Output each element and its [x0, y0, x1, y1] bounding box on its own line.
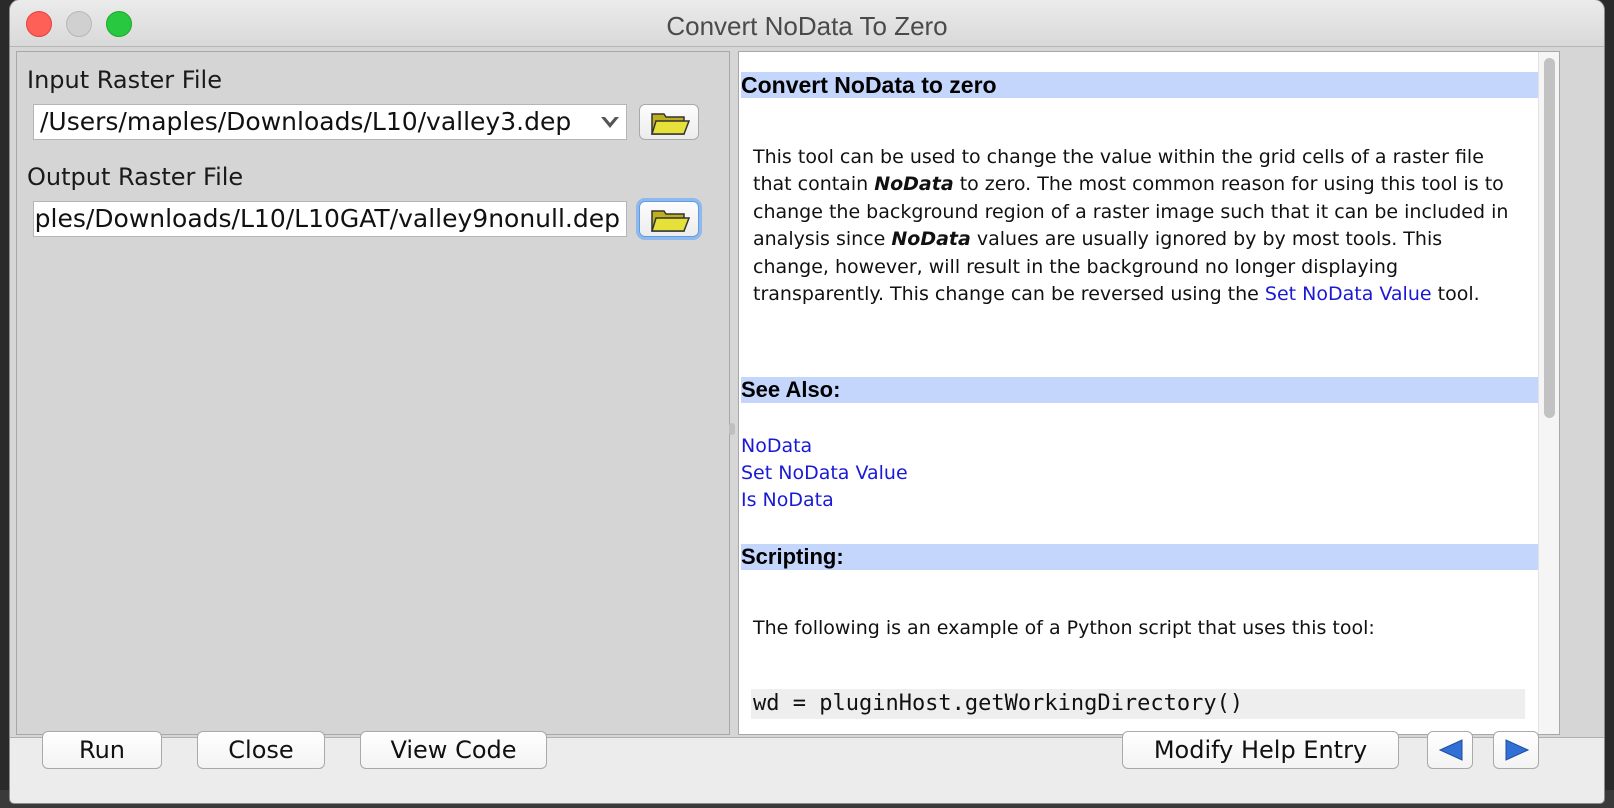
title-bar: Convert NoData To Zero — [10, 0, 1604, 47]
folder-open-icon — [650, 113, 690, 135]
see-also-heading: See Also: — [741, 377, 1538, 403]
code-sample: wd = pluginHost.getWorkingDirectory() — [751, 689, 1525, 719]
folder-open-icon — [650, 210, 690, 232]
see-also-link-nodata[interactable]: NoData — [741, 435, 812, 457]
help-emphasis: NoData — [874, 173, 954, 196]
arrow-right-icon — [1505, 739, 1530, 761]
help-forward-button[interactable] — [1493, 731, 1539, 769]
parameters-panel: Input Raster File /Users/maples/Download… — [16, 51, 730, 735]
modify-help-entry-button[interactable]: Modify Help Entry — [1122, 731, 1399, 769]
output-raster-field[interactable]: ples/Downloads/L10/L10GAT/valley9nonull.… — [33, 201, 627, 237]
output-raster-browse-button[interactable] — [639, 201, 699, 237]
set-nodata-value-link[interactable]: Set NoData Value — [1265, 283, 1432, 305]
help-scrollbar[interactable] — [1538, 52, 1559, 734]
see-also-link-set-nodata-value[interactable]: Set NoData Value — [741, 462, 908, 484]
help-text: tool. — [1431, 283, 1480, 306]
window-title: Convert NoData To Zero — [666, 11, 948, 41]
output-raster-value: ples/Downloads/L10/L10GAT/valley9nonull.… — [34, 204, 620, 233]
close-button[interactable]: Close — [197, 731, 325, 769]
split-pane-divider[interactable] — [729, 423, 735, 435]
input-raster-browse-button[interactable] — [639, 104, 699, 140]
scrollbar-thumb[interactable] — [1544, 58, 1555, 418]
input-raster-combobox[interactable]: /Users/maples/Downloads/L10/valley3.dep — [33, 104, 627, 140]
dialog-content: Input Raster File /Users/maples/Download… — [10, 47, 1604, 738]
help-emphasis: NoData — [891, 228, 971, 251]
input-raster-value: /Users/maples/Downloads/L10/valley3.dep — [40, 107, 572, 136]
help-back-button[interactable] — [1427, 731, 1473, 769]
scripting-heading: Scripting: — [741, 544, 1538, 570]
output-raster-label: Output Raster File — [27, 163, 244, 191]
scripting-description: The following is an example of a Python … — [753, 617, 1375, 639]
chevron-down-icon[interactable] — [600, 113, 620, 133]
view-code-button[interactable]: View Code — [360, 731, 547, 769]
run-button[interactable]: Run — [42, 731, 162, 769]
help-description: This tool can be used to change the valu… — [753, 144, 1513, 308]
help-content: Convert NoData to zero This tool can be … — [739, 52, 1539, 734]
see-also-link-is-nodata[interactable]: Is NoData — [741, 489, 834, 511]
tool-dialog-window: Convert NoData To Zero Input Raster File… — [10, 0, 1604, 803]
arrow-left-icon — [1438, 739, 1463, 761]
help-panel: Convert NoData to zero This tool can be … — [738, 51, 1560, 735]
input-raster-label: Input Raster File — [27, 66, 222, 94]
help-title: Convert NoData to zero — [741, 72, 1538, 98]
